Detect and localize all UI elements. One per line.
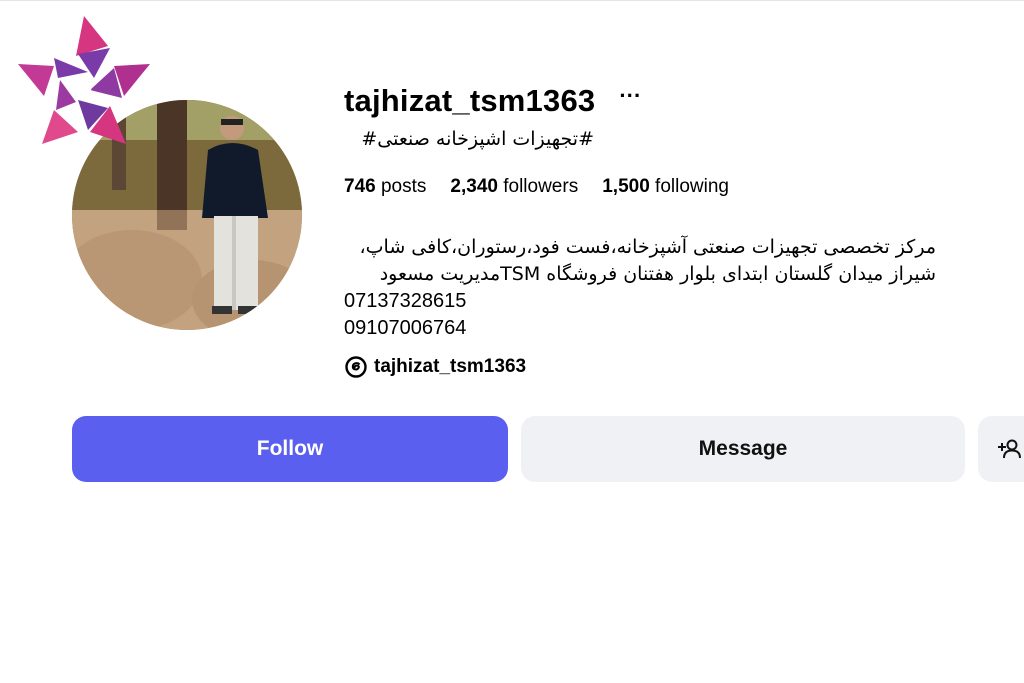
threads-handle: tajhizat_tsm1363 <box>374 356 527 377</box>
followers-count: 2,340 <box>450 176 498 197</box>
following-count: 1,500 <box>602 176 650 197</box>
bio-phone-2: 09107006764 <box>344 317 467 339</box>
more-options-icon[interactable]: ··· <box>615 85 645 117</box>
profile-bio: مرکز تخصصی تجهیزات صنعتی آشپزخانه،فست فو… <box>344 234 936 342</box>
follow-button[interactable]: Follow <box>72 416 508 482</box>
bio-phone-1: 07137328615 <box>344 290 467 312</box>
followers-label: followers <box>503 176 579 197</box>
threads-icon <box>345 356 367 378</box>
message-button[interactable]: Message <box>521 416 965 482</box>
threads-link[interactable]: tajhizat_tsm1363 <box>344 355 526 379</box>
watermark-logo-icon <box>18 16 150 144</box>
top-divider <box>0 0 1024 1</box>
username-row: tajhizat_tsm1363 ··· <box>344 80 645 122</box>
followers-stat[interactable]: 2,340 followers <box>450 176 578 198</box>
posts-count: 746 <box>344 176 376 197</box>
profile-category[interactable]: #تجهیزات اشپزخانه صنعتی# <box>344 128 594 150</box>
bio-line-2: شیراز میدان گلستان ابتدای بلوار هفتنان ف… <box>379 263 936 285</box>
bio-line-1: مرکز تخصصی تجهیزات صنعتی آشپزخانه،فست فو… <box>359 236 936 258</box>
posts-stat[interactable]: 746 posts <box>344 176 426 198</box>
following-label: following <box>655 176 729 197</box>
person-add-icon <box>998 439 1021 459</box>
username[interactable]: tajhizat_tsm1363 <box>344 83 595 119</box>
following-stat[interactable]: 1,500 following <box>602 176 729 198</box>
add-user-button[interactable] <box>978 416 1024 482</box>
posts-label: posts <box>380 176 427 197</box>
profile-stats: 746 posts 2,340 followers 1,500 followin… <box>344 176 753 198</box>
